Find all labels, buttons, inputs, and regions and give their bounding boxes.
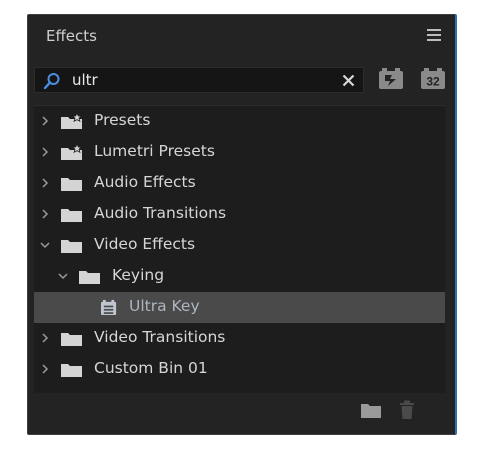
search-box[interactable] bbox=[34, 67, 364, 93]
folder-icon bbox=[79, 271, 100, 284]
tree-item-label: Ultra Key bbox=[129, 297, 200, 315]
tree-item-label: Audio Effects bbox=[94, 173, 196, 191]
chevron-down-icon[interactable] bbox=[58, 271, 68, 281]
preset-folder-icon bbox=[61, 144, 83, 160]
tree-item-label: Video Transitions bbox=[94, 328, 226, 346]
tree-item-keying[interactable]: Keying bbox=[34, 261, 445, 292]
tree-item-label: Keying bbox=[112, 266, 165, 284]
effect-icon bbox=[101, 299, 117, 316]
search-icon bbox=[43, 73, 60, 90]
tree-item-label: Presets bbox=[94, 111, 151, 129]
panel-header: Effects bbox=[28, 15, 455, 57]
chevron-right-icon[interactable] bbox=[40, 364, 50, 374]
folder-icon bbox=[61, 178, 82, 191]
tree-item-custom-bin-01[interactable]: Custom Bin 01 bbox=[34, 354, 445, 385]
folder-icon bbox=[61, 333, 82, 346]
32bit-color-effects-button[interactable]: 32 bbox=[420, 67, 446, 91]
panel-menu-icon[interactable] bbox=[427, 29, 441, 41]
chevron-down-icon[interactable] bbox=[40, 240, 50, 250]
chevron-right-icon[interactable] bbox=[40, 116, 50, 126]
search-input[interactable] bbox=[72, 70, 322, 90]
tree-item-audio-transitions[interactable]: Audio Transitions bbox=[34, 199, 445, 230]
panel-title: Effects bbox=[46, 27, 97, 45]
panel-footer bbox=[28, 398, 455, 428]
tree-item-label: Lumetri Presets bbox=[94, 142, 215, 160]
tree-item-presets[interactable]: Presets bbox=[34, 106, 445, 137]
accelerated-effects-button[interactable] bbox=[378, 67, 404, 91]
effects-panel: Effects ultr 32 Presets Lumetri Presets … bbox=[27, 14, 457, 435]
preset-folder-icon bbox=[61, 113, 83, 129]
folder-icon bbox=[61, 209, 82, 222]
chevron-right-icon[interactable] bbox=[40, 147, 50, 157]
accelerated-effects-icon bbox=[379, 68, 403, 89]
tree-item-label: Video Effects bbox=[94, 235, 196, 253]
new-custom-bin-icon[interactable] bbox=[360, 402, 382, 419]
search-row: 32 bbox=[28, 67, 455, 95]
delete-icon[interactable] bbox=[399, 400, 415, 420]
tree-item-label: Custom Bin 01 bbox=[94, 359, 208, 377]
32bit-color-icon: 32 bbox=[421, 68, 445, 89]
svg-text:32: 32 bbox=[426, 75, 440, 89]
tree-item-ultra-key[interactable]: Ultra Key bbox=[34, 292, 445, 323]
tree-item-label: Audio Transitions bbox=[94, 204, 227, 222]
tree-item-audio-effects[interactable]: Audio Effects bbox=[34, 168, 445, 199]
folder-icon bbox=[61, 364, 82, 377]
chevron-right-icon[interactable] bbox=[40, 209, 50, 219]
tree-item-video-transitions[interactable]: Video Transitions bbox=[34, 323, 445, 354]
effects-tree: Presets Lumetri Presets Audio Effects Audio… bbox=[34, 105, 445, 393]
clear-search-icon[interactable] bbox=[342, 74, 355, 87]
chevron-right-icon[interactable] bbox=[40, 178, 50, 188]
chevron-right-icon[interactable] bbox=[40, 333, 50, 343]
tree-item-video-effects[interactable]: Video Effects bbox=[34, 230, 445, 261]
folder-icon bbox=[61, 240, 82, 253]
tree-item-lumetri-presets[interactable]: Lumetri Presets bbox=[34, 137, 445, 168]
